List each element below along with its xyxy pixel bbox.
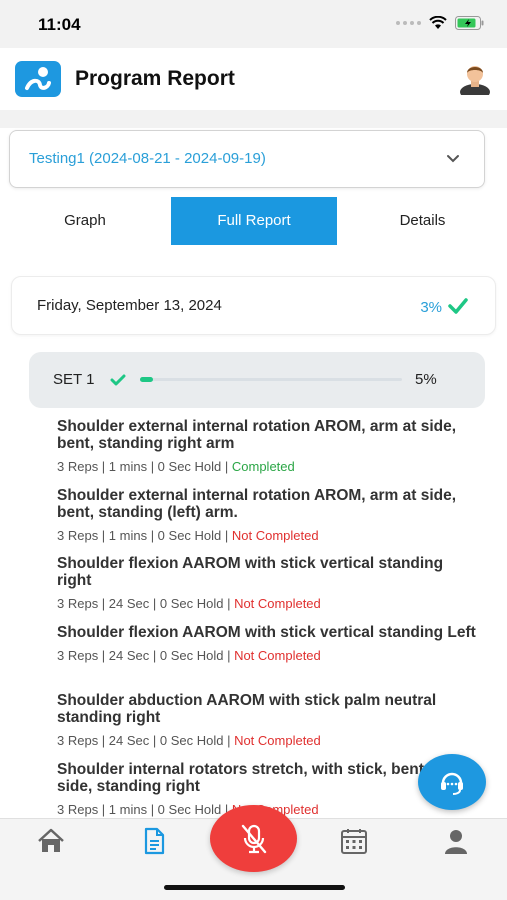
exercise-meta: 3 Reps | 1 mins | 0 Sec Hold | (57, 459, 232, 474)
user-avatar-icon[interactable] (458, 61, 492, 100)
headset-icon (441, 772, 463, 795)
exercise-title: Shoulder flexion AAROM with stick vertic… (57, 555, 444, 589)
status-time: 11:04 (38, 15, 81, 34)
exercise-item[interactable]: Shoulder external internal rotation AROM… (57, 418, 477, 487)
page-title: Program Report (75, 67, 235, 90)
calendar-icon[interactable] (339, 827, 369, 855)
exercise-status: Not Completed (234, 647, 321, 663)
day-summary-card[interactable]: Friday, September 13, 2024 3% (11, 276, 496, 335)
tab-graph[interactable]: Graph (0, 197, 170, 245)
exercise-status: Not Completed (231, 527, 319, 543)
status-bar: 11:04 (0, 0, 507, 48)
app-logo-icon (15, 61, 61, 97)
exercise-status: Not Completed (234, 596, 321, 611)
exercise-meta: 3 Reps | 24 Sec | 0 Sec Hold | (57, 733, 235, 748)
mic-off-button[interactable] (210, 805, 297, 872)
set-percent: 5% (415, 371, 437, 388)
battery-icon (455, 16, 484, 30)
cellular-dots-icon (396, 21, 421, 25)
app-header: Program Report (0, 48, 507, 110)
exercise-title: Shoulder external internal rotation AROM… (57, 418, 457, 452)
exercise-meta: 3 Reps | 24 Sec | 0 Sec Hold | (57, 596, 235, 611)
report-tabs: Graph Full Report Details (0, 197, 507, 245)
check-icon (448, 298, 468, 314)
set-progress-bar (140, 377, 402, 382)
day-percent: 3% (420, 299, 442, 316)
check-icon (110, 374, 126, 386)
exercise-meta: 3 Reps | 24 Sec | 0 Sec Hold | (57, 647, 235, 663)
home-indicator (164, 885, 345, 890)
exercise-title: Shoulder external internal rotation AROM… (57, 486, 457, 521)
exercise-list: Shoulder external internal rotation AROM… (57, 418, 477, 829)
exercise-item[interactable]: Shoulder abduction AAROM with stick palm… (57, 692, 477, 761)
profile-icon[interactable] (441, 827, 471, 855)
exercise-status: Not Completed (234, 733, 321, 748)
set-label: SET 1 (53, 371, 95, 388)
tab-full-report[interactable]: Full Report (171, 197, 337, 245)
chevron-down-icon (447, 155, 459, 163)
wifi-icon (429, 16, 447, 29)
exercise-item[interactable]: Shoulder external internal rotation AROM… (57, 487, 477, 556)
set-progress-fill (140, 377, 154, 382)
day-date: Friday, September 13, 2024 (37, 297, 222, 314)
program-select-value: Testing1 (2024-08-21 - 2024-09-19) (29, 150, 266, 167)
exercise-meta: 3 Reps | 1 mins | 0 Sec Hold | (57, 527, 232, 543)
mic-off-icon (241, 824, 267, 854)
program-select[interactable]: Testing1 (2024-08-21 - 2024-09-19) (9, 130, 485, 188)
support-button[interactable] (418, 754, 486, 810)
exercise-meta: 3 Reps | 1 mins | 0 Sec Hold | (57, 801, 232, 817)
exercise-item[interactable]: Shoulder flexion AAROM with stick vertic… (57, 624, 477, 693)
home-icon[interactable] (36, 827, 66, 855)
report-icon[interactable] (139, 827, 169, 855)
exercise-status: Completed (231, 459, 295, 474)
tab-details[interactable]: Details (338, 197, 507, 245)
exercise-item[interactable]: Shoulder flexion AAROM with stick vertic… (57, 555, 477, 624)
exercise-title: Shoulder internal rotators stretch, with… (57, 760, 442, 795)
exercise-title: Shoulder abduction AAROM with stick palm… (57, 692, 437, 726)
exercise-title: Shoulder flexion AAROM with stick vertic… (57, 623, 476, 641)
set-row[interactable]: SET 1 5% (29, 352, 485, 408)
